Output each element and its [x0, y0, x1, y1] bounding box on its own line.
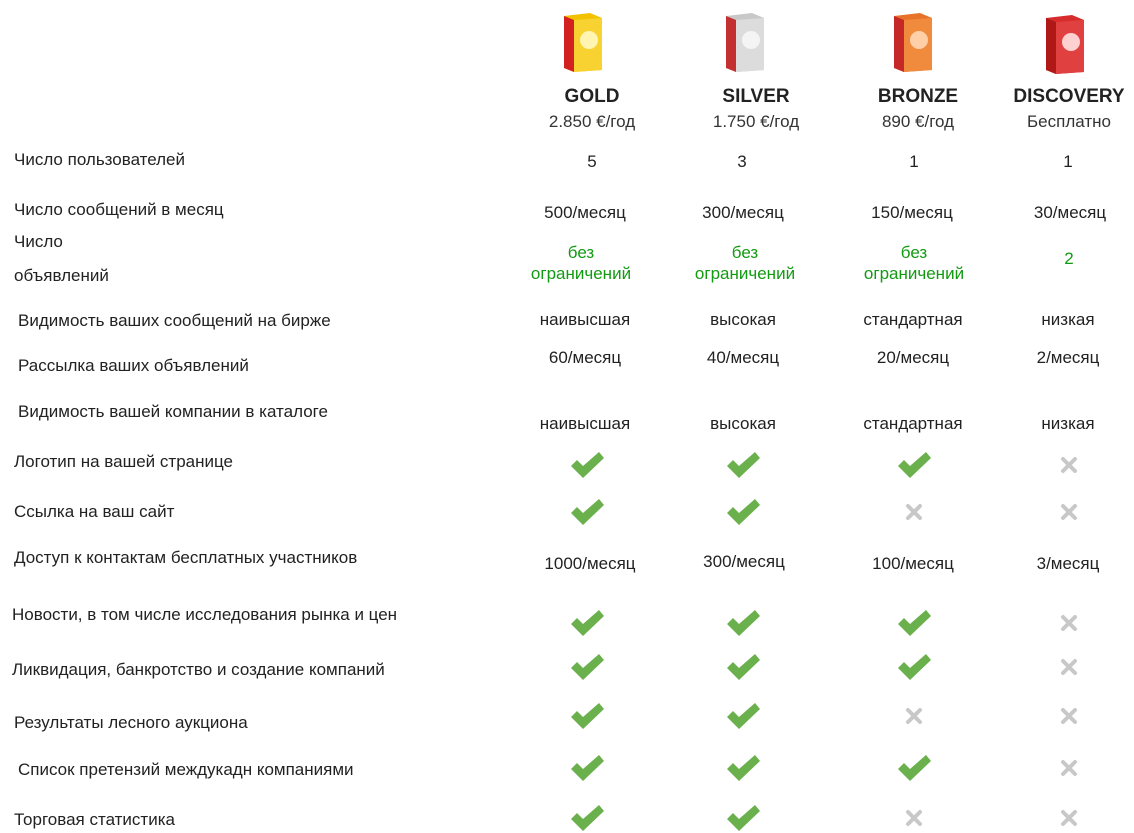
cross-icon [1061, 457, 1077, 473]
silver-box-icon [726, 13, 764, 72]
feature-label-contacts-access: Доступ к контактам бесплатных участников [14, 548, 358, 567]
feature-label-ads-line2: объявлений [14, 266, 109, 285]
cross-icon [1061, 659, 1077, 675]
feature-label-logo: Логотип на вашей странице [14, 452, 233, 471]
cell-messages-bronze: 150/месяц [871, 203, 953, 222]
cell-contacts-bronze: 100/месяц [872, 554, 954, 573]
plan-name-discovery: DISCOVERY [1013, 86, 1125, 107]
cell-catalog-visibility-gold: наивысшая [539, 414, 631, 433]
cell-users-silver: 3 [737, 152, 747, 171]
cross-icon [1061, 760, 1077, 776]
cell-messages-gold: 500/месяц [544, 203, 626, 222]
feature-label-trade-statistics: Торговая статистика [14, 810, 175, 829]
feature-label-website-link: Ссылка на ваш сайт [14, 502, 175, 521]
check-icon [727, 499, 760, 525]
cross-icon [906, 504, 922, 520]
cell-ads-silver: без ограничений [694, 243, 796, 283]
gold-box-icon [564, 13, 602, 72]
plan-price-gold: 2.850 €/год [548, 112, 636, 131]
cross-icon [1061, 810, 1077, 826]
cell-catalog-visibility-silver: высокая [710, 414, 776, 433]
cross-icon [1061, 615, 1077, 631]
cross-icon [1061, 708, 1077, 724]
cell-mailing-bronze: 20/месяц [876, 348, 950, 367]
check-icon [571, 703, 604, 729]
cell-ads-discovery: 2 [1064, 249, 1074, 268]
feature-label-liquidation: Ликвидация, банкротство и создание компа… [12, 660, 385, 679]
plan-name-silver: SILVER [722, 86, 790, 107]
feature-label-ads-line1: Число [14, 232, 63, 251]
check-icon [898, 654, 931, 680]
check-icon [571, 654, 604, 680]
plan-price-bronze: 890 €/год [881, 112, 955, 131]
check-icon [727, 452, 760, 478]
cell-messages-silver: 300/месяц [702, 203, 784, 222]
bronze-box-icon [894, 13, 932, 72]
feature-label-claims-list: Список претензий междукадн компаниями [18, 760, 354, 779]
feature-label-users: Число пользователей [14, 150, 186, 169]
cell-exchange-visibility-bronze: стандартная [863, 310, 963, 329]
cell-ads-gold: без ограничений [530, 243, 632, 283]
cell-users-discovery: 1 [1063, 152, 1073, 171]
feature-label-forest-auction: Результаты лесного аукциона [14, 713, 248, 732]
check-icon [727, 703, 760, 729]
check-icon [898, 755, 931, 781]
cell-users-gold: 5 [587, 152, 597, 171]
cell-contacts-gold: 1000/месяц [544, 554, 636, 573]
check-icon [571, 499, 604, 525]
cell-catalog-visibility-discovery: низкая [1041, 414, 1095, 433]
cell-catalog-visibility-bronze: стандартная [863, 414, 963, 433]
cell-ads-bronze: без ограничений [863, 243, 965, 283]
cell-users-bronze: 1 [909, 152, 919, 171]
cross-icon [906, 810, 922, 826]
cell-contacts-discovery: 3/месяц [1036, 554, 1100, 573]
feature-label-catalog-visibility: Видимость вашей компании в каталоге [18, 402, 328, 421]
check-icon [727, 805, 760, 831]
cross-icon [1061, 504, 1077, 520]
feature-label-mailing: Рассылка ваших объявлений [18, 356, 249, 375]
plan-name-gold: GOLD [564, 86, 620, 107]
cell-exchange-visibility-silver: высокая [710, 310, 776, 329]
check-icon [571, 452, 604, 478]
plan-price-discovery: Бесплатно [1027, 112, 1111, 131]
cross-icon [906, 708, 922, 724]
cell-mailing-discovery: 2/месяц [1036, 348, 1100, 367]
check-icon [571, 805, 604, 831]
check-icon [898, 452, 931, 478]
feature-label-news: Новости, в том числе исследования рынка … [12, 605, 398, 624]
check-icon [727, 654, 760, 680]
check-icon [727, 755, 760, 781]
plan-price-silver: 1.750 €/год [712, 112, 800, 131]
cell-exchange-visibility-discovery: низкая [1041, 310, 1095, 329]
cell-messages-discovery: 30/месяц [1033, 203, 1107, 222]
cell-contacts-silver: 300/месяц [703, 552, 785, 571]
cell-mailing-gold: 60/месяц [548, 348, 622, 367]
feature-label-messages: Число сообщений в месяц [14, 200, 224, 219]
cell-exchange-visibility-gold: наивысшая [539, 310, 631, 329]
check-icon [571, 755, 604, 781]
plan-name-bronze: BRONZE [877, 86, 959, 107]
check-icon [571, 610, 604, 636]
discovery-box-icon [1046, 15, 1084, 74]
feature-label-exchange-visibility: Видимость ваших сообщений на бирже [18, 311, 331, 330]
cell-mailing-silver: 40/месяц [706, 348, 780, 367]
check-icon [898, 610, 931, 636]
check-icon [727, 610, 760, 636]
